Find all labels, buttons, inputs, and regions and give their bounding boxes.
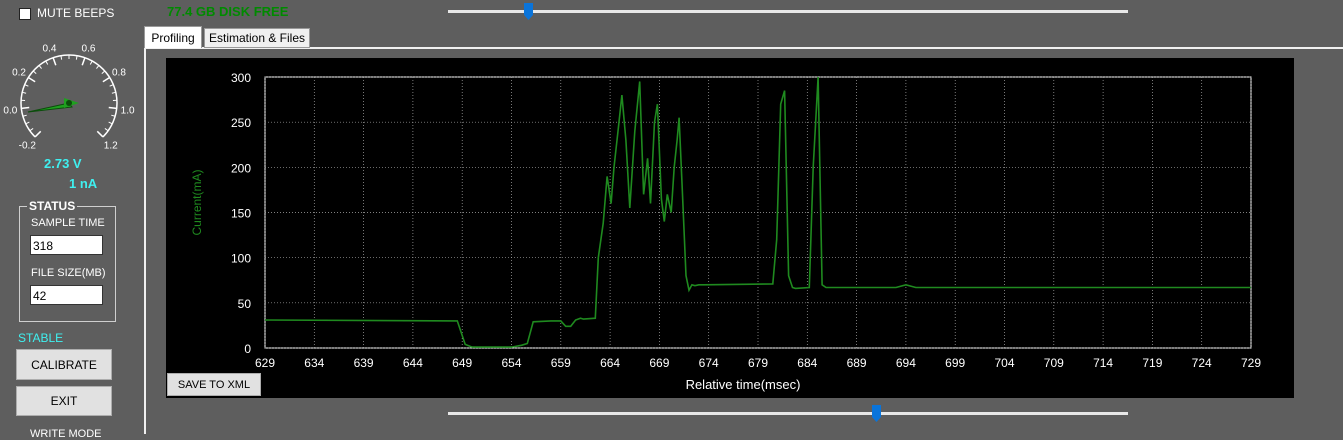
x-tick-label: 709	[1044, 356, 1064, 370]
gauge-tick-label: 1.2	[104, 141, 118, 152]
x-tick-label: 634	[304, 356, 324, 370]
voltage-gauge: -0.2 0.0 0.2 0.4 0.6 0.8 1.0 1.2	[0, 40, 140, 155]
gauge-tick	[25, 85, 29, 87]
state-indicator: STABLE	[18, 331, 63, 345]
x-tick-label: 639	[354, 356, 374, 370]
y-axis-label: Current(mA)	[190, 169, 204, 235]
x-tick-label: 714	[1093, 356, 1113, 370]
current-chart: 629 634 639 644 649 654 659 664 669 674 679 684 689 6…	[166, 58, 1294, 398]
gauge-tick	[97, 131, 103, 137]
gauge-tick-label: 1.0	[121, 106, 135, 117]
gauge-tick	[109, 122, 113, 124]
x-tick-label: 684	[797, 356, 817, 370]
gauge-tick-label: 0.6	[82, 43, 96, 54]
gauge-tick	[33, 71, 36, 74]
exit-button[interactable]: EXIT	[16, 386, 112, 416]
x-tick-label: 689	[847, 356, 867, 370]
x-tick-label: 674	[699, 356, 719, 370]
gauge-tick	[102, 71, 105, 74]
x-tick-label: 699	[945, 356, 965, 370]
gauge-tick	[76, 56, 77, 60]
chart-svg: 629 634 639 644 649 654 659 664 669 674 679 684 689 6…	[166, 58, 1294, 398]
y-tick-label: 100	[231, 252, 251, 266]
x-tick-label: 654	[501, 356, 521, 370]
sample-time-field[interactable]: 318	[30, 235, 103, 255]
file-size-field[interactable]: 42	[30, 285, 103, 305]
gauge-tick-label: 0.8	[112, 68, 126, 79]
sample-time-label: SAMPLE TIME	[31, 217, 105, 229]
x-tick-label: 664	[600, 356, 620, 370]
y-tick-label: 150	[231, 207, 251, 221]
y-tick-label: 250	[231, 116, 251, 130]
gauge-tick-label: 0.2	[12, 68, 26, 79]
bottom-slider-thumb[interactable]	[872, 405, 881, 422]
x-tick-label: 659	[551, 356, 571, 370]
gauge-tick	[105, 128, 108, 130]
disk-free-text: 77.4 GB DISK FREE	[167, 4, 288, 19]
x-tick-label: 629	[255, 356, 275, 370]
gauge-tick-label: -0.2	[19, 141, 37, 152]
x-tick-label: 694	[896, 356, 916, 370]
gauge-tick	[111, 115, 115, 116]
gauge-tick	[112, 92, 116, 93]
top-slider-track[interactable]	[448, 10, 1128, 13]
status-title: STATUS	[27, 199, 77, 213]
gauge-ticks	[21, 55, 117, 137]
gauge-tick	[110, 85, 114, 87]
gauge-tick	[22, 92, 26, 93]
mute-beeps-checkbox[interactable]	[19, 8, 31, 20]
gauge-tick	[46, 61, 48, 65]
gauge-needle	[28, 98, 79, 112]
x-tick-label: 704	[994, 356, 1014, 370]
x-tick-label: 669	[649, 356, 669, 370]
gauge-tick	[26, 122, 30, 124]
gauge-tick	[30, 128, 33, 130]
gauge-tick	[35, 131, 41, 137]
x-tick-label: 679	[748, 356, 768, 370]
gauge-tick	[90, 61, 92, 65]
gauge-tick	[61, 56, 62, 60]
current-readout: 1 nA	[69, 176, 97, 191]
x-tick-label: 644	[403, 356, 423, 370]
gauge-arc	[21, 55, 117, 137]
y-tick-label: 50	[238, 297, 252, 311]
gauge-labels: -0.2 0.0 0.2 0.4 0.6 0.8 1.0 1.2	[3, 43, 135, 151]
gauge-tick	[103, 77, 110, 81]
gauge-tick-label: 0.4	[43, 43, 57, 54]
y-tick-label: 300	[231, 71, 251, 85]
x-tick-label: 729	[1241, 356, 1261, 370]
gauge-tick	[21, 107, 29, 108]
tab-estimation-files[interactable]: Estimation & Files	[204, 28, 310, 48]
bottom-slider-track[interactable]	[448, 412, 1128, 415]
save-to-xml-button[interactable]: SAVE TO XML	[167, 373, 261, 396]
x-tick-label: 719	[1142, 356, 1162, 370]
x-tick-label: 649	[452, 356, 472, 370]
voltage-readout: 2.73 V	[44, 156, 82, 171]
gauge-tick-label: 0.0	[3, 106, 17, 117]
write-mode-label: WRITE MODE	[30, 428, 102, 440]
gauge-tick	[82, 58, 85, 66]
gauge-tick	[39, 65, 41, 68]
x-tick-label: 724	[1192, 356, 1212, 370]
gauge-tick	[23, 115, 27, 116]
gauge-tick	[28, 77, 35, 81]
gauge-tick	[96, 65, 98, 68]
x-axis-label: Relative time(msec)	[686, 377, 801, 392]
y-tick-label: 200	[231, 161, 251, 175]
y-tick-label: 0	[244, 342, 251, 356]
file-size-label: FILE SIZE(MB)	[31, 267, 106, 279]
mute-beeps-label: MUTE BEEPS	[37, 6, 114, 20]
tab-profiling[interactable]: Profiling	[144, 26, 202, 48]
gauge-tick	[53, 58, 56, 66]
calibrate-button[interactable]: CALIBRATE	[16, 349, 112, 380]
gauge-tick	[109, 107, 117, 108]
top-slider-thumb[interactable]	[524, 3, 533, 20]
